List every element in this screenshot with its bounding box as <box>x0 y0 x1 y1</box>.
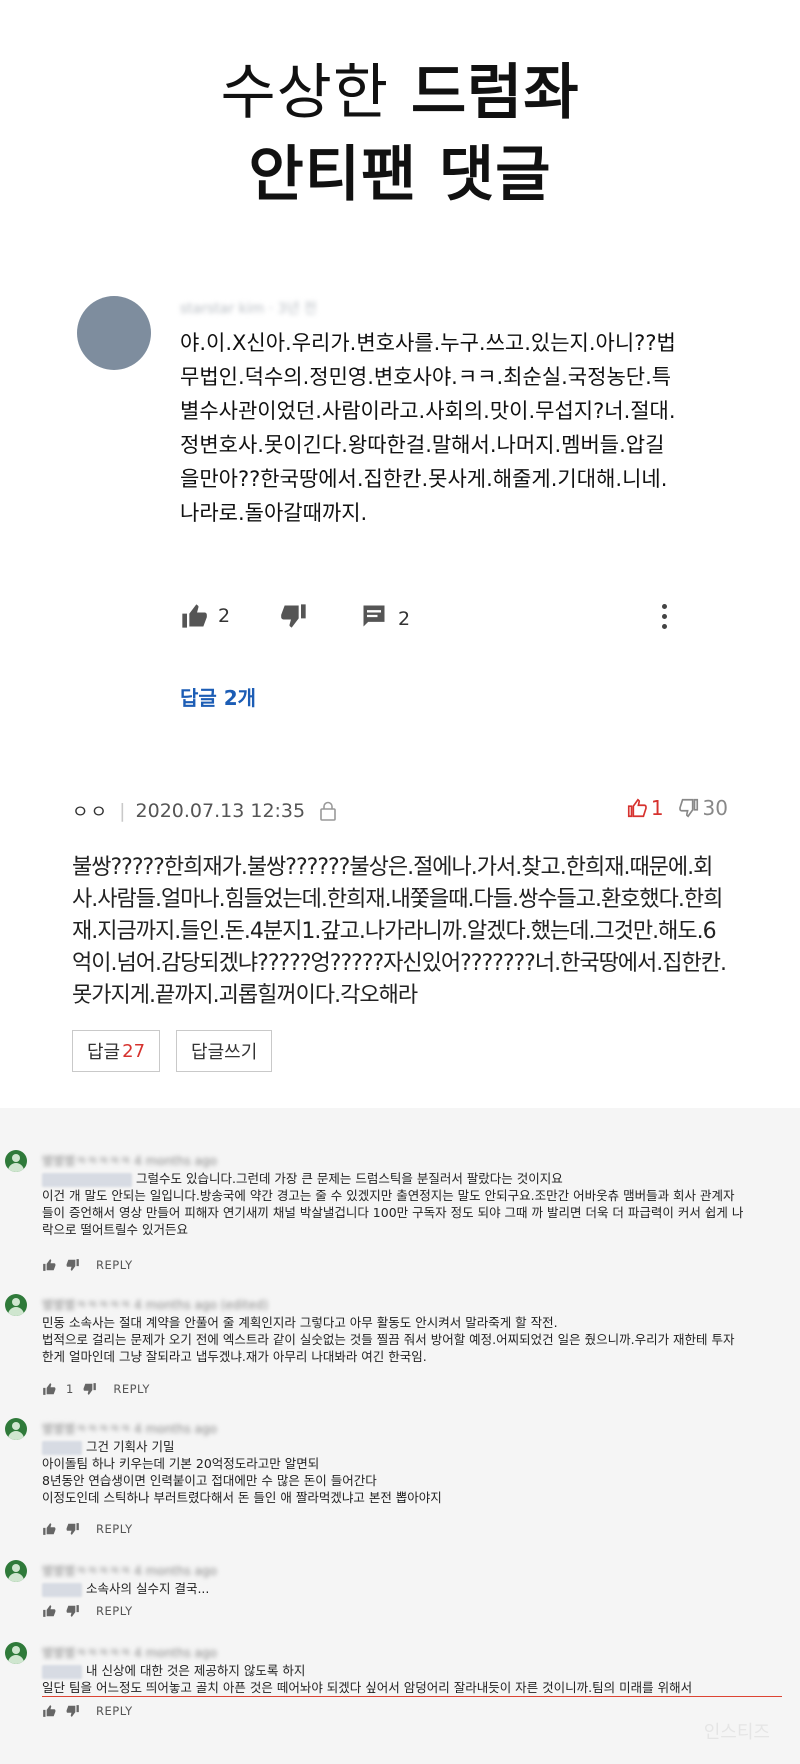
replies-button[interactable]: 답글 27 <box>72 1030 161 1072</box>
thumb-up-icon <box>627 798 647 818</box>
comment-header: ㅇㅇ | 2020.07.13 12:35 <box>72 798 337 824</box>
page-title: 수상한 드럼좌 안티팬 댓글 <box>0 52 800 216</box>
reply-icon[interactable] <box>360 602 388 635</box>
reply-line: 아이돌팀 하나 키우는데 기본 20억정도라고만 알면되 <box>42 1456 320 1471</box>
more-vert-icon[interactable] <box>660 604 668 632</box>
reply-author[interactable]: 별별별ㅋㅋㅋㅋㅋ 4 months ago <box>42 1562 252 1578</box>
reply-button[interactable]: REPLY <box>96 1604 133 1618</box>
comment-actions: 2 2 <box>180 602 680 642</box>
reply-line: 그럴수도 있습니다.그런데 가장 큰 문제는 드럼스틱을 분질러서 팔랐다는 것… <box>136 1171 563 1186</box>
title-word-1: 수상한 <box>220 58 390 128</box>
reply-line: 이정도인데 스틱하나 부러트렸다해서 돈 들인 애 짤라먹겠냐고 본전 뽑아야지 <box>42 1490 442 1505</box>
dislike-action[interactable] <box>280 602 308 630</box>
thumb-up-icon[interactable] <box>42 1522 56 1536</box>
lock-icon <box>319 801 337 821</box>
reply-line: 일단 팀을 어느정도 띄어놓고 골치 아픈 것은 떼어놔야 되겠다 싶어서 암덩… <box>42 1679 782 1697</box>
downvote-button[interactable]: 30 <box>678 796 728 820</box>
mention-tag[interactable] <box>42 1172 132 1187</box>
vote-group: 1 30 <box>626 796 728 820</box>
reply-thread: 별별별ㅋㅋㅋㅋㅋ 4 months ago 그럴수도 있습니다.그런데 가장 큰… <box>0 1108 800 1764</box>
upvote-count: 1 <box>650 796 664 820</box>
reply-line: 한게 얼마인데 그냥 잘되라고 냅두겠냐.재가 아무리 나대봐라 여긴 한국임. <box>42 1349 427 1364</box>
reply-line: 그건 기획사 기밀 <box>86 1439 175 1454</box>
reply-line: 민동 소속사는 절대 계약을 안풀어 줄 계획인지라 그렇다고 아무 활동도 안… <box>42 1315 558 1330</box>
avatar[interactable] <box>5 1642 27 1664</box>
replies-label: 답글 <box>87 1042 121 1063</box>
title-line-2: 안티팬 댓글 <box>248 140 552 210</box>
thumb-down-icon <box>678 798 698 818</box>
thumb-down-icon[interactable] <box>83 1382 97 1396</box>
thumb-up-icon[interactable] <box>42 1258 56 1272</box>
replies-count: 27 <box>122 1040 146 1062</box>
reply-button[interactable]: REPLY <box>113 1382 150 1396</box>
reply-author[interactable]: 별별별ㅋㅋㅋㅋㅋ 4 months ago (edited) <box>42 1296 282 1312</box>
reply-text: 민동 소속사는 절대 계약을 안풀어 줄 계획인지라 그렇다고 아무 활동도 안… <box>42 1314 782 1365</box>
thumb-down-icon[interactable] <box>66 1704 80 1718</box>
reply-author[interactable]: 별별별ㅋㅋㅋㅋㅋ 4 months ago <box>42 1644 252 1660</box>
reply-count: 2 <box>398 607 411 630</box>
thumb-up-icon[interactable] <box>180 602 208 630</box>
reply-actions: REPLY <box>42 1258 133 1272</box>
comment-user[interactable]: ㅇㅇ <box>72 798 109 824</box>
comment-buttons: 답글 27 답글쓰기 <box>72 1030 273 1072</box>
thumb-down-icon[interactable] <box>66 1604 80 1618</box>
reply-button[interactable]: REPLY <box>96 1258 133 1272</box>
reply-action[interactable]: 2 <box>360 602 410 635</box>
mention-tag[interactable] <box>42 1440 82 1455</box>
reply-line: 이건 개 말도 안되는 일입니다.방송국에 약간 경고는 줄 수 있겠지만 출연… <box>42 1188 735 1203</box>
reply-line: 락으로 떨어트릴수 있거든요 <box>42 1222 188 1237</box>
comment-text: 야.이.X신아.우리가.변호사를.누구.쓰고.있는지.아니??법무법인.덕수의.… <box>180 331 676 525</box>
reply-button[interactable]: REPLY <box>96 1704 133 1718</box>
reply-line: 8년동안 연습생이면 인력붙이고 접대에만 수 많은 돈이 들어간다 <box>42 1473 377 1488</box>
mention-tag[interactable] <box>42 1582 82 1597</box>
reply-line: 법적으로 걸리는 문제가 오기 전에 엑스트라 같이 실숫없는 것들 찔끔 줘서… <box>42 1332 735 1347</box>
youtube-comment: starstar kim · 3년 전 야.이.X신아.우리가.변호사를.누구.… <box>0 290 800 730</box>
title-word-2: 드럼좌 <box>410 58 580 128</box>
write-reply-button[interactable]: 답글쓰기 <box>176 1030 273 1072</box>
avatar[interactable] <box>5 1418 27 1440</box>
reply-line: 소속사의 실수지 결국... <box>86 1581 210 1596</box>
like-count: 2 <box>218 605 231 627</box>
comment-author[interactable]: starstar kim · 3년 전 <box>180 298 380 317</box>
avatar[interactable] <box>5 1294 27 1316</box>
reply-text: 소속사의 실수지 결국... <box>42 1580 782 1597</box>
thumb-down-icon[interactable] <box>66 1258 80 1272</box>
reply-text: 그건 기획사 기밀 아이돌팀 하나 키우는데 기본 20억정도라고만 알면되 8… <box>42 1438 782 1506</box>
reply-author[interactable]: 별별별ㅋㅋㅋㅋㅋ 4 months ago <box>42 1152 252 1168</box>
reply-line: 내 신상에 대한 것은 제공하지 않도록 하지 <box>86 1663 306 1678</box>
reply-actions: REPLY <box>42 1604 133 1618</box>
news-comment: ㅇㅇ | 2020.07.13 12:35 1 30 불쌍?????한희재가.불… <box>0 790 800 1090</box>
thumb-up-icon[interactable] <box>42 1704 56 1718</box>
avatar[interactable] <box>5 1560 27 1582</box>
comment-text: 불쌍?????한희재가.불쌍??????불상은.절에나.가서.찾고.한희재.때문… <box>72 855 727 1008</box>
reply-line: 들이 증언해서 영상 만들어 피해자 연기새끼 채널 박살낼겁니다 100만 구… <box>42 1205 744 1220</box>
thumb-down-icon[interactable] <box>280 602 308 630</box>
downvote-count: 30 <box>702 796 728 820</box>
mention-tag[interactable] <box>42 1664 82 1679</box>
reply-actions: 1 REPLY <box>42 1382 150 1396</box>
reply-button[interactable]: REPLY <box>96 1522 133 1536</box>
comment-date: 2020.07.13 12:35 <box>135 800 306 822</box>
thumb-up-icon[interactable] <box>42 1604 56 1618</box>
like-action[interactable]: 2 <box>180 602 230 630</box>
reply-text: 내 신상에 대한 것은 제공하지 않도록 하지 일단 팀을 어느정도 띄어놓고 … <box>42 1662 782 1697</box>
reply-author[interactable]: 별별별ㅋㅋㅋㅋㅋ 4 months ago <box>42 1420 252 1436</box>
reply-actions: REPLY <box>42 1522 133 1536</box>
upvote-button[interactable]: 1 <box>626 796 664 820</box>
separator: | <box>119 800 126 822</box>
thumb-down-icon[interactable] <box>66 1522 80 1536</box>
like-count: 1 <box>66 1382 74 1396</box>
reply-text: 그럴수도 있습니다.그런데 가장 큰 문제는 드럼스틱을 분질러서 팔랐다는 것… <box>42 1170 782 1238</box>
avatar[interactable] <box>77 296 151 370</box>
reply-actions: REPLY <box>42 1704 133 1718</box>
view-replies-link[interactable]: 답글 2개 <box>180 682 256 711</box>
thumb-up-icon[interactable] <box>42 1382 56 1396</box>
watermark: 인스티즈 <box>703 1722 770 1743</box>
avatar[interactable] <box>5 1150 27 1172</box>
